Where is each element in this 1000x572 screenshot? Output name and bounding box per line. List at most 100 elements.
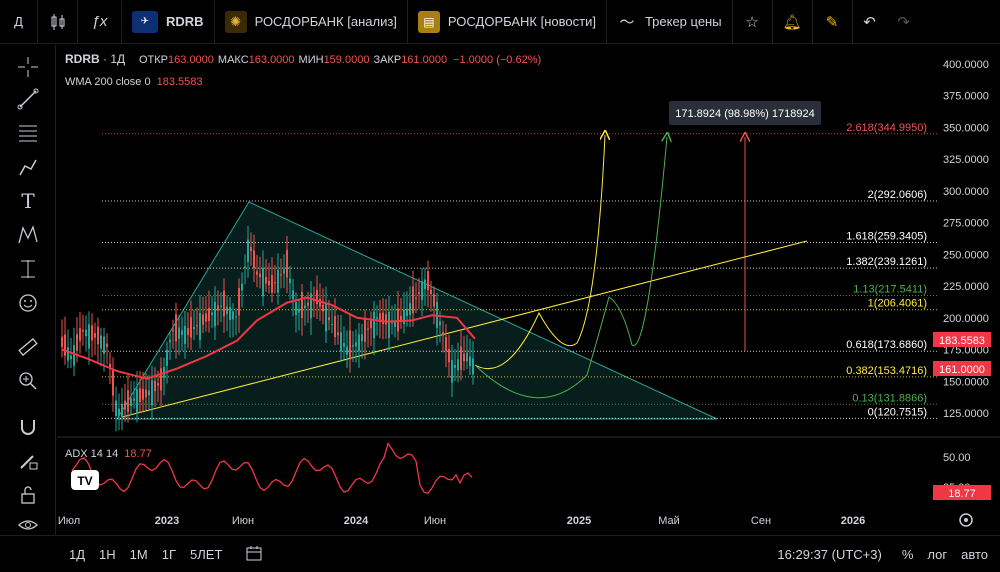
range-1d[interactable]: 1Д: [62, 547, 92, 562]
star-icon: ☆: [745, 13, 759, 31]
candle-body: [295, 302, 297, 316]
time-tick-label: Июн: [232, 515, 254, 527]
wave-icon: 〜: [619, 14, 635, 31]
candle-body: [64, 334, 66, 356]
fib-level-label: 2.618(344.9950): [846, 122, 927, 134]
analysis-button[interactable]: ✺ РОСДОРБАНК [анализ]: [215, 0, 408, 44]
date-range-icon[interactable]: [239, 545, 271, 564]
symbol-button[interactable]: ✈ RDRB: [122, 0, 215, 44]
candle-body: [430, 289, 432, 294]
percent-toggle[interactable]: %: [895, 547, 921, 562]
alert-button[interactable]: 🔔︎: [773, 0, 813, 44]
candle-body: [391, 322, 393, 324]
chart-type-button[interactable]: [38, 0, 78, 44]
candle-body: [421, 281, 423, 300]
undo-button[interactable]: ↶: [853, 0, 887, 44]
emoji-icon[interactable]: [16, 291, 40, 315]
redo-button[interactable]: ↷: [887, 0, 921, 44]
range-1m[interactable]: 1М: [123, 547, 155, 562]
price-tick-label: 200.0000: [943, 313, 989, 325]
eye-icon[interactable]: [16, 513, 40, 537]
candle-body: [211, 312, 213, 316]
crosshair-icon[interactable]: [16, 55, 40, 79]
main-menu-button[interactable]: Д: [0, 0, 38, 44]
time-tick-label: Июн: [424, 515, 446, 527]
chart-area[interactable]: 2.618(344.9950) 2(292.0606) 1.618(259.3405…: [57, 45, 1000, 535]
candle-body: [385, 314, 387, 325]
candle-body: [319, 298, 321, 307]
fib-level-label: 1.13(217.5411): [853, 284, 927, 296]
ruler-icon[interactable]: [16, 335, 40, 359]
candle-body: [388, 311, 390, 338]
candle-body: [196, 325, 198, 327]
price-tracker-button[interactable]: 〜 Трекер цены: [607, 0, 733, 44]
candle-body: [349, 330, 351, 359]
fib-levels-icon[interactable]: [16, 121, 40, 145]
candle-body: [463, 353, 465, 362]
candle-body: [454, 365, 456, 368]
lock-icon[interactable]: [16, 483, 40, 507]
candle-body: [112, 370, 114, 396]
clock[interactable]: 16:29:37 (UTC+3): [770, 547, 888, 562]
menu-letter: Д: [14, 14, 23, 29]
projection-icon[interactable]: [16, 257, 40, 281]
candle-body: [256, 271, 258, 275]
candle-body: [169, 339, 171, 343]
indicators-button[interactable]: ƒx: [78, 0, 122, 44]
trend-line-icon[interactable]: [16, 87, 40, 111]
candle-body: [70, 355, 72, 360]
lock-drawings-pencil-icon[interactable]: [16, 449, 40, 473]
candle-body: [139, 388, 141, 403]
candle-body: [82, 329, 84, 332]
redo-icon: ↷: [897, 13, 910, 31]
candle-body: [160, 368, 162, 391]
log-toggle[interactable]: лог: [920, 547, 954, 562]
news-button[interactable]: ▤ РОСДОРБАНК [новости]: [408, 0, 607, 44]
time-axis[interactable]: Июл 2023 Июн 2024 Июн 2025 Май Сен 2026: [58, 515, 865, 527]
price-tick-label: 150.0000: [943, 376, 989, 388]
text-tool-icon[interactable]: T: [16, 189, 40, 213]
candle-body: [409, 303, 411, 316]
triangle-pattern[interactable]: [116, 201, 718, 420]
candle-body: [367, 328, 369, 330]
candle-body: [397, 308, 399, 332]
candle-body: [229, 307, 231, 320]
candle-body: [145, 389, 147, 398]
candle-body: [190, 317, 192, 338]
symbol-name: RDRB: [166, 14, 204, 29]
undo-icon: ↶: [863, 13, 876, 31]
adx-tick-label: 50.00: [943, 452, 971, 464]
zoom-icon[interactable]: [16, 369, 40, 393]
rdrb-logo: ✈: [132, 10, 158, 33]
auto-toggle[interactable]: авто: [954, 547, 1000, 562]
range-1w[interactable]: 1Н: [92, 547, 123, 562]
candle-body: [451, 360, 453, 383]
candle-body: [223, 290, 225, 317]
candle-body: [262, 267, 264, 297]
candle-body: [187, 328, 189, 335]
candle-body: [448, 348, 450, 363]
candle-body: [151, 380, 153, 406]
pattern-icon[interactable]: [16, 223, 40, 247]
candle-body: [373, 311, 375, 339]
drawing-button[interactable]: ✎: [813, 0, 853, 44]
favorite-button[interactable]: ☆: [733, 0, 773, 44]
range-5y[interactable]: 5ЛЕТ: [183, 547, 229, 562]
range-1y[interactable]: 1Г: [155, 547, 183, 562]
candle-body: [121, 403, 123, 417]
chart-legend: RDRB · 1Д ОТКР163.0000 МАКС163.0000 МИН159…: [65, 52, 541, 88]
candle-body: [310, 293, 312, 319]
candle-body: [337, 332, 339, 336]
fib-level-label: 0.382(153.4716): [846, 365, 927, 377]
candle-body: [394, 321, 396, 327]
candle-body: [118, 408, 120, 416]
magnet-icon[interactable]: [16, 415, 40, 439]
fib-level-label: 1.618(259.3405): [846, 231, 927, 243]
settings-gear-icon[interactable]: [959, 513, 973, 527]
brush-path-icon[interactable]: [16, 155, 40, 179]
candle-body: [217, 305, 219, 311]
candle-body: [205, 313, 207, 322]
candle-body: [460, 346, 462, 370]
measure-label: 171.8924 (98.98%) 1718924: [675, 108, 814, 120]
candle-body: [403, 309, 405, 325]
